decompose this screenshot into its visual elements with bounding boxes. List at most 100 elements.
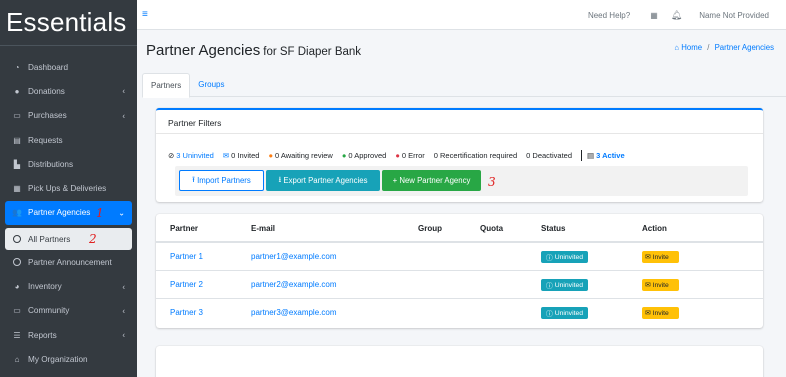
page-title-text: Partner Agencies xyxy=(146,42,261,59)
reports-icon: ☰ xyxy=(13,330,21,340)
sidebar-item-label: Community xyxy=(28,306,70,316)
top-right-nav: Need Help? ▦ 🔔︎ Name Not Provided xyxy=(588,10,769,21)
bell-icon[interactable]: 🔔︎ xyxy=(671,10,682,21)
info-icon: ⓘ xyxy=(546,311,555,318)
menu-toggle-icon[interactable]: ≡ xyxy=(142,9,148,20)
sidebar-item-inventory[interactable]: ◕ Inventory ‹ xyxy=(0,274,137,298)
filter-uninvited[interactable]: ⊘ 3 Uninvited xyxy=(168,151,214,160)
import-partners-button[interactable]: ⭱ Import Partners xyxy=(179,170,264,191)
sidebar-item-community[interactable]: ▭ Community ‹ xyxy=(0,299,137,323)
column-header-email: E-mail xyxy=(251,224,276,233)
donations-icon: ● xyxy=(14,86,20,96)
sidebar-item-distributions[interactable]: ▙ Distributions xyxy=(0,152,137,176)
new-partner-agency-button[interactable]: + New Partner Agency xyxy=(382,170,481,191)
divider xyxy=(581,150,583,161)
filter-awaiting-review[interactable]: ● 0 Awaiting review xyxy=(268,151,332,160)
sidebar-item-label: Partner Agencies xyxy=(28,208,91,218)
filter-approved[interactable]: ● 0 Approved xyxy=(342,151,386,160)
partner-filters-card: Partner Filters ⊘ 3 Uninvited ✉ 0 Invited … xyxy=(156,108,763,202)
info-icon: ⓘ xyxy=(546,255,555,262)
circle-icon xyxy=(12,234,22,244)
breadcrumb-home[interactable]: Home xyxy=(681,43,702,52)
calendar-icon: ▦ xyxy=(13,184,21,194)
breadcrumb-separator: / xyxy=(707,43,710,52)
tab-groups[interactable]: Groups xyxy=(190,73,232,96)
column-header-quota: Quota xyxy=(480,224,504,233)
column-header-partner: Partner xyxy=(170,224,199,233)
distributions-icon: ▙ xyxy=(13,159,21,169)
sidebar-item-requests[interactable]: ▤ Requests xyxy=(0,128,137,152)
breadcrumb: ⌂ Home / Partner Agencies xyxy=(674,43,774,52)
sidebar-item-donations[interactable]: ● Donations ‹ xyxy=(0,79,137,103)
partner-name-link[interactable]: Partner 2 xyxy=(170,280,203,289)
top-navbar: ≡ Need Help? ▦ 🔔︎ Name Not Provided xyxy=(137,0,786,30)
table-header: Partner E-mail Group Quota Status Action xyxy=(156,214,763,242)
envelope-icon: ✉ xyxy=(645,254,653,261)
list-icon: ▤ xyxy=(587,151,595,160)
partner-email-link[interactable]: partner1@example.com xyxy=(251,252,337,261)
sidebar-item-all-partners[interactable]: All Partners xyxy=(5,228,132,251)
chevron-left-icon: ‹ xyxy=(122,330,125,340)
tab-bar: Partners Groups xyxy=(142,73,786,98)
inventory-icon: ◕ xyxy=(14,282,20,292)
invite-button[interactable]: ✉ Invite xyxy=(642,279,679,291)
sidebar-nav: ◔ Dashboard ● Donations ‹ ▭ Purchases ‹ … xyxy=(0,46,137,372)
annotation-1: 1 xyxy=(96,206,104,220)
chevron-left-icon: ‹ xyxy=(122,86,125,96)
partners-table: Partner E-mail Group Quota Status Action… xyxy=(156,214,763,328)
sidebar-item-label: Inventory xyxy=(28,282,62,292)
status-badge: ⓘ Uninvited xyxy=(541,307,589,319)
sidebar-item-reports[interactable]: ☰ Reports ‹ xyxy=(0,323,137,347)
user-menu[interactable]: Name Not Provided xyxy=(699,11,769,20)
annotation-2: 2 xyxy=(89,232,97,246)
plus-icon: + xyxy=(392,176,400,185)
envelope-icon: ✉ xyxy=(645,310,653,317)
ban-icon: ⊘ xyxy=(168,151,175,160)
sidebar-item-label: Requests xyxy=(28,135,63,145)
brand-logo[interactable]: Essentials xyxy=(0,0,137,46)
sidebar-item-label: All Partners xyxy=(28,234,71,244)
question-icon: ● xyxy=(268,151,274,160)
error-icon: ● xyxy=(395,151,400,160)
partner-email-link[interactable]: partner2@example.com xyxy=(251,280,337,289)
status-badge: ⓘ Uninvited xyxy=(541,251,589,263)
brand-text: Essentials xyxy=(6,7,127,37)
calendar-icon[interactable]: ▦ xyxy=(650,11,658,20)
dashboard-icon: ◔ xyxy=(14,62,20,72)
breadcrumb-current[interactable]: Partner Agencies xyxy=(715,43,774,52)
filter-recertification[interactable]: 0 Recertification required xyxy=(434,151,517,160)
sidebar-item-partner-agencies[interactable]: 👥 Partner Agencies ⌄ xyxy=(5,200,132,226)
export-partner-agencies-button[interactable]: ⭳ Export Partner Agencies xyxy=(266,170,380,191)
need-help-link[interactable]: Need Help? xyxy=(588,11,630,20)
sidebar-item-partner-announcement[interactable]: Partner Announcement xyxy=(0,250,137,274)
users-icon: 👥 xyxy=(12,208,22,218)
sidebar-item-label: My Organization xyxy=(28,354,88,364)
sidebar-item-label: Dashboard xyxy=(28,62,69,72)
filter-deactivated[interactable]: 0 Deactivated xyxy=(526,151,572,160)
invite-button[interactable]: ✉ Invite xyxy=(642,251,679,263)
sidebar-item-my-organization[interactable]: ⌂ My Organization xyxy=(0,347,137,371)
filter-invited[interactable]: ✉ 0 Invited xyxy=(223,151,260,160)
home-icon: ⌂ xyxy=(674,43,680,52)
purchases-icon: ▭ xyxy=(13,111,21,121)
tab-partners[interactable]: Partners xyxy=(142,73,191,98)
partner-name-link[interactable]: Partner 3 xyxy=(170,308,203,317)
table-row: Partner 1 partner1@example.com ⓘ Uninvit… xyxy=(156,242,763,270)
partner-email-link[interactable]: partner3@example.com xyxy=(251,308,337,317)
status-badge: ⓘ Uninvited xyxy=(541,279,589,291)
sidebar-item-pickups[interactable]: ▦ Pick Ups & Deliveries xyxy=(0,176,137,200)
sidebar-item-dashboard[interactable]: ◔ Dashboard xyxy=(0,55,137,79)
column-header-action: Action xyxy=(642,224,667,233)
check-circle-icon: ● xyxy=(341,151,347,160)
table-row: Partner 3 partner3@example.com ⓘ Uninvit… xyxy=(156,298,763,326)
page-title: Partner Agencies for SF Diaper Bank xyxy=(146,42,361,59)
filter-error[interactable]: ● 0 Error xyxy=(395,151,424,160)
partner-name-link[interactable]: Partner 1 xyxy=(170,252,203,261)
main-content: Partner Agencies for SF Diaper Bank ⌂ Hom… xyxy=(137,30,786,377)
envelope-icon: ✉ xyxy=(645,282,653,289)
chevron-left-icon: ‹ xyxy=(122,111,125,121)
sidebar-item-purchases[interactable]: ▭ Purchases ‹ xyxy=(0,104,137,128)
sidebar-item-label: Reports xyxy=(28,330,57,340)
invite-button[interactable]: ✉ Invite xyxy=(642,307,679,319)
filter-active[interactable]: ▤ 3 Active xyxy=(587,151,625,160)
